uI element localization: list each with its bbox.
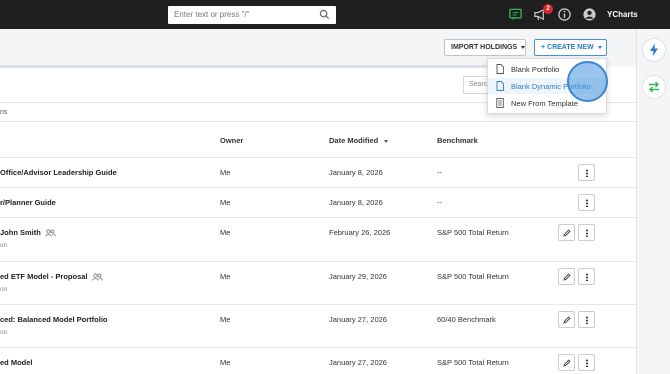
table-row[interactable]: ed ETF Model - Proposal on Me January 29, 2…: [0, 261, 636, 304]
more-vertical-icon: [586, 229, 588, 237]
column-header-owner[interactable]: Owner: [220, 136, 243, 145]
table-row[interactable]: r/Planner Guide Me January 8, 2026 --: [0, 187, 636, 217]
divider: [0, 121, 636, 122]
portfolio-subtitle: on: [0, 242, 8, 249]
owner-cell: Me: [220, 272, 231, 281]
portfolio-name-text: ced: Balanced Model Portfolio: [0, 315, 108, 324]
more-options-button[interactable]: [578, 354, 595, 371]
more-vertical-icon: [586, 359, 588, 367]
import-holdings-button[interactable]: IMPORT HOLDINGS: [444, 39, 526, 56]
benchmark-cell: S&P 500 Total Return: [437, 228, 509, 237]
pencil-icon: [563, 316, 571, 324]
menu-item-label: New From Template: [511, 99, 578, 108]
pencil-icon: [563, 359, 571, 367]
benchmark-cell: S&P 500 Total Return: [437, 358, 509, 367]
chat-icon[interactable]: [508, 7, 523, 22]
table-row[interactable]: Office/Advisor Leadership Guide Me January…: [0, 157, 636, 187]
table-row[interactable]: ed Model Me January 27, 2026 S&P 500 Total …: [0, 347, 636, 374]
search-icon: [319, 9, 330, 20]
chevron-down-icon: [521, 45, 526, 49]
global-search-input[interactable]: Enter text or press "/": [168, 6, 336, 24]
brand-name[interactable]: YCharts: [607, 10, 638, 19]
owner-cell: Me: [220, 198, 231, 207]
import-holdings-label: IMPORT HOLDINGS: [451, 44, 518, 51]
portfolio-subtitle: on: [0, 286, 8, 293]
owner-cell: Me: [220, 228, 231, 237]
date-modified-cell: January 27, 2026: [329, 315, 387, 324]
benchmark-cell: S&P 500 Total Return: [437, 272, 509, 281]
more-options-button[interactable]: [578, 268, 595, 285]
column-header-benchmark[interactable]: Benchmark: [437, 136, 478, 145]
lightning-icon: [650, 43, 658, 57]
column-header-date-modified[interactable]: Date Modified: [329, 136, 389, 145]
owner-cell: Me: [220, 358, 231, 367]
swap-button[interactable]: [643, 76, 665, 98]
global-search-placeholder: Enter text or press "/": [174, 10, 250, 19]
more-options-button[interactable]: [578, 164, 595, 181]
portfolio-name[interactable]: ed Model: [0, 358, 33, 367]
create-new-label: + CREATE NEW: [541, 44, 594, 51]
benchmark-cell: --: [437, 168, 442, 177]
date-modified-cell: January 8, 2026: [329, 198, 383, 207]
more-options-button[interactable]: [578, 194, 595, 211]
create-new-button[interactable]: + CREATE NEW: [534, 39, 607, 56]
shared-users-icon: [45, 229, 56, 237]
portfolio-name[interactable]: r/Planner Guide: [0, 198, 56, 207]
portfolio-subtitle: on: [0, 329, 8, 336]
top-navigation-bar: Enter text or press "/" 2 YCharts: [0, 0, 670, 29]
more-vertical-icon: [586, 169, 588, 177]
owner-cell: Me: [220, 315, 231, 324]
columns-label: ns: [0, 109, 8, 116]
edit-button[interactable]: [558, 311, 575, 328]
portfolio-name-text: ed ETF Model - Proposal: [0, 272, 88, 281]
portfolio-name-text: Office/Advisor Leadership Guide: [0, 168, 117, 177]
info-icon[interactable]: [557, 7, 572, 22]
portfolio-name[interactable]: ed ETF Model - Proposal: [0, 272, 103, 281]
edit-button[interactable]: [558, 354, 575, 371]
column-header-date-label: Date Modified: [329, 136, 379, 145]
sort-desc-icon: [384, 139, 389, 143]
date-modified-cell: January 29, 2026: [329, 272, 387, 281]
owner-cell: Me: [220, 168, 231, 177]
portfolio-name[interactable]: ced: Balanced Model Portfolio: [0, 315, 108, 324]
portfolio-name-text: r/Planner Guide: [0, 198, 56, 207]
date-modified-cell: January 8, 2026: [329, 168, 383, 177]
pencil-icon: [563, 273, 571, 281]
edit-button[interactable]: [558, 268, 575, 285]
portfolio-name[interactable]: John Smith: [0, 228, 56, 237]
portfolio-name-text: John Smith: [0, 228, 41, 237]
benchmark-cell: 60/40 Benchmark: [437, 315, 496, 324]
more-options-button[interactable]: [578, 224, 595, 241]
more-vertical-icon: [586, 316, 588, 324]
swap-arrows-icon: [649, 81, 659, 93]
quick-actions-button[interactable]: [643, 39, 665, 61]
portfolio-name[interactable]: Office/Advisor Leadership Guide: [0, 168, 117, 177]
document-icon: [496, 81, 504, 91]
table-row[interactable]: ced: Balanced Model Portfolio on Me January…: [0, 304, 636, 347]
user-avatar-icon[interactable]: [582, 7, 597, 22]
more-options-button[interactable]: [578, 311, 595, 328]
date-modified-cell: January 27, 2026: [329, 358, 387, 367]
table-row[interactable]: John Smith on Me February 26, 2026 S&P 500 T…: [0, 217, 636, 261]
portfolio-name-text: ed Model: [0, 358, 33, 367]
template-icon: [496, 98, 504, 108]
more-vertical-icon: [586, 273, 588, 281]
document-icon: [496, 64, 504, 74]
notification-badge: 2: [543, 4, 553, 14]
chevron-down-icon: [597, 45, 602, 49]
click-indicator: [567, 61, 608, 102]
pencil-icon: [563, 229, 571, 237]
more-vertical-icon: [586, 199, 588, 207]
benchmark-cell: --: [437, 198, 442, 207]
shared-users-icon: [91, 273, 103, 281]
edit-button[interactable]: [558, 224, 575, 241]
menu-item-label: Blank Portfolio: [511, 65, 560, 74]
date-modified-cell: February 26, 2026: [329, 228, 391, 237]
right-rail: [636, 29, 670, 374]
